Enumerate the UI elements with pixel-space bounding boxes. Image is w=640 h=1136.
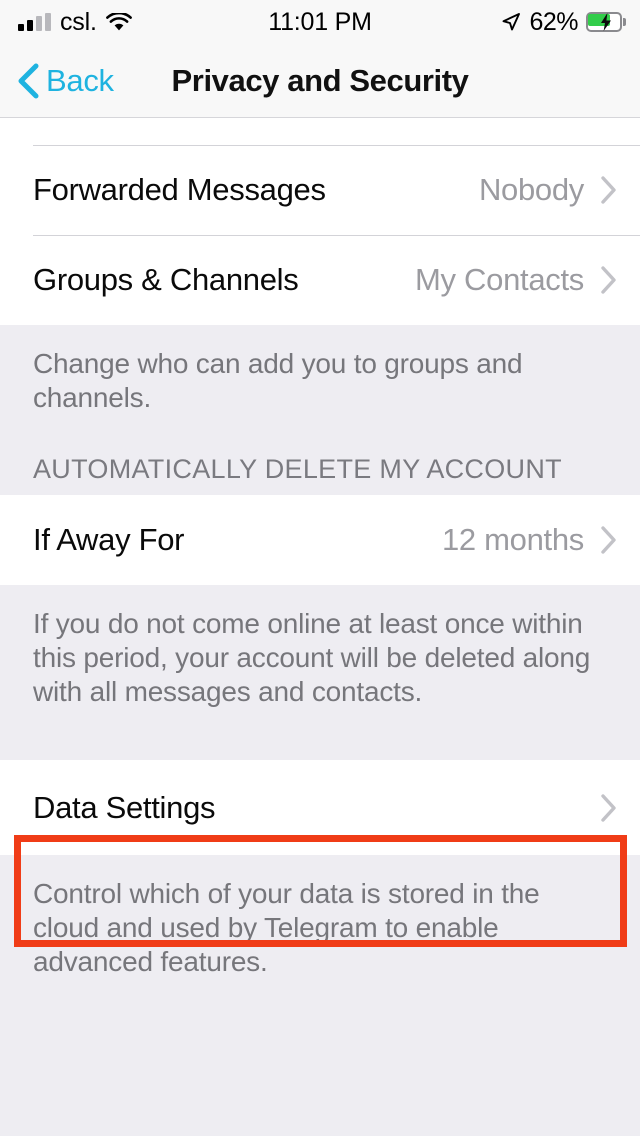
chevron-right-icon — [600, 175, 618, 205]
section-header-auto-delete: AUTOMATICALLY DELETE MY ACCOUNT — [0, 443, 640, 495]
section-footer-auto-delete: If you do not come online at least once … — [0, 585, 640, 760]
settings-row-value: My Contacts — [415, 262, 584, 297]
settings-list[interactable]: Voice Calls My Contacts Forwarded Messag… — [0, 118, 640, 1136]
navigation-bar: Back Privacy and Security — [0, 44, 640, 118]
settings-row-voice-calls[interactable]: Voice Calls My Contacts — [0, 118, 640, 145]
settings-row-label: Data Settings — [33, 789, 216, 825]
chevron-right-icon — [600, 525, 618, 555]
section-footer-data: Control which of your data is stored in … — [0, 855, 640, 980]
location-arrow-icon — [501, 12, 521, 32]
settings-group-data: Data Settings — [0, 760, 640, 855]
settings-row-groups-channels[interactable]: Groups & Channels My Contacts — [0, 235, 640, 325]
settings-row-label: Groups & Channels — [33, 262, 299, 297]
settings-group-auto-delete: If Away For 12 months — [0, 495, 640, 585]
phone-screen: csl. 11:01 PM 62% Back Privacy and Secur… — [0, 0, 640, 1136]
settings-row-forwarded-messages[interactable]: Forwarded Messages Nobody — [0, 145, 640, 235]
battery-charging-icon — [586, 12, 626, 32]
page-title: Privacy and Security — [171, 62, 469, 98]
battery-percent-label: 62% — [529, 7, 578, 36]
section-footer-groups: Change who can add you to groups and cha… — [0, 325, 640, 443]
chevron-right-icon — [600, 793, 618, 823]
settings-row-if-away-for[interactable]: If Away For 12 months — [0, 495, 640, 585]
settings-row-value: Nobody — [478, 172, 584, 207]
settings-row-label: Forwarded Messages — [33, 172, 326, 207]
status-bar: csl. 11:01 PM 62% — [0, 0, 640, 44]
settings-row-data-settings[interactable]: Data Settings — [0, 760, 640, 855]
chevron-right-icon — [600, 265, 618, 295]
settings-row-value: 12 months — [441, 522, 584, 557]
settings-row-label: If Away For — [33, 522, 185, 557]
settings-group-privacy: Voice Calls My Contacts Forwarded Messag… — [0, 118, 640, 325]
status-bar-right: 62% — [501, 0, 626, 44]
